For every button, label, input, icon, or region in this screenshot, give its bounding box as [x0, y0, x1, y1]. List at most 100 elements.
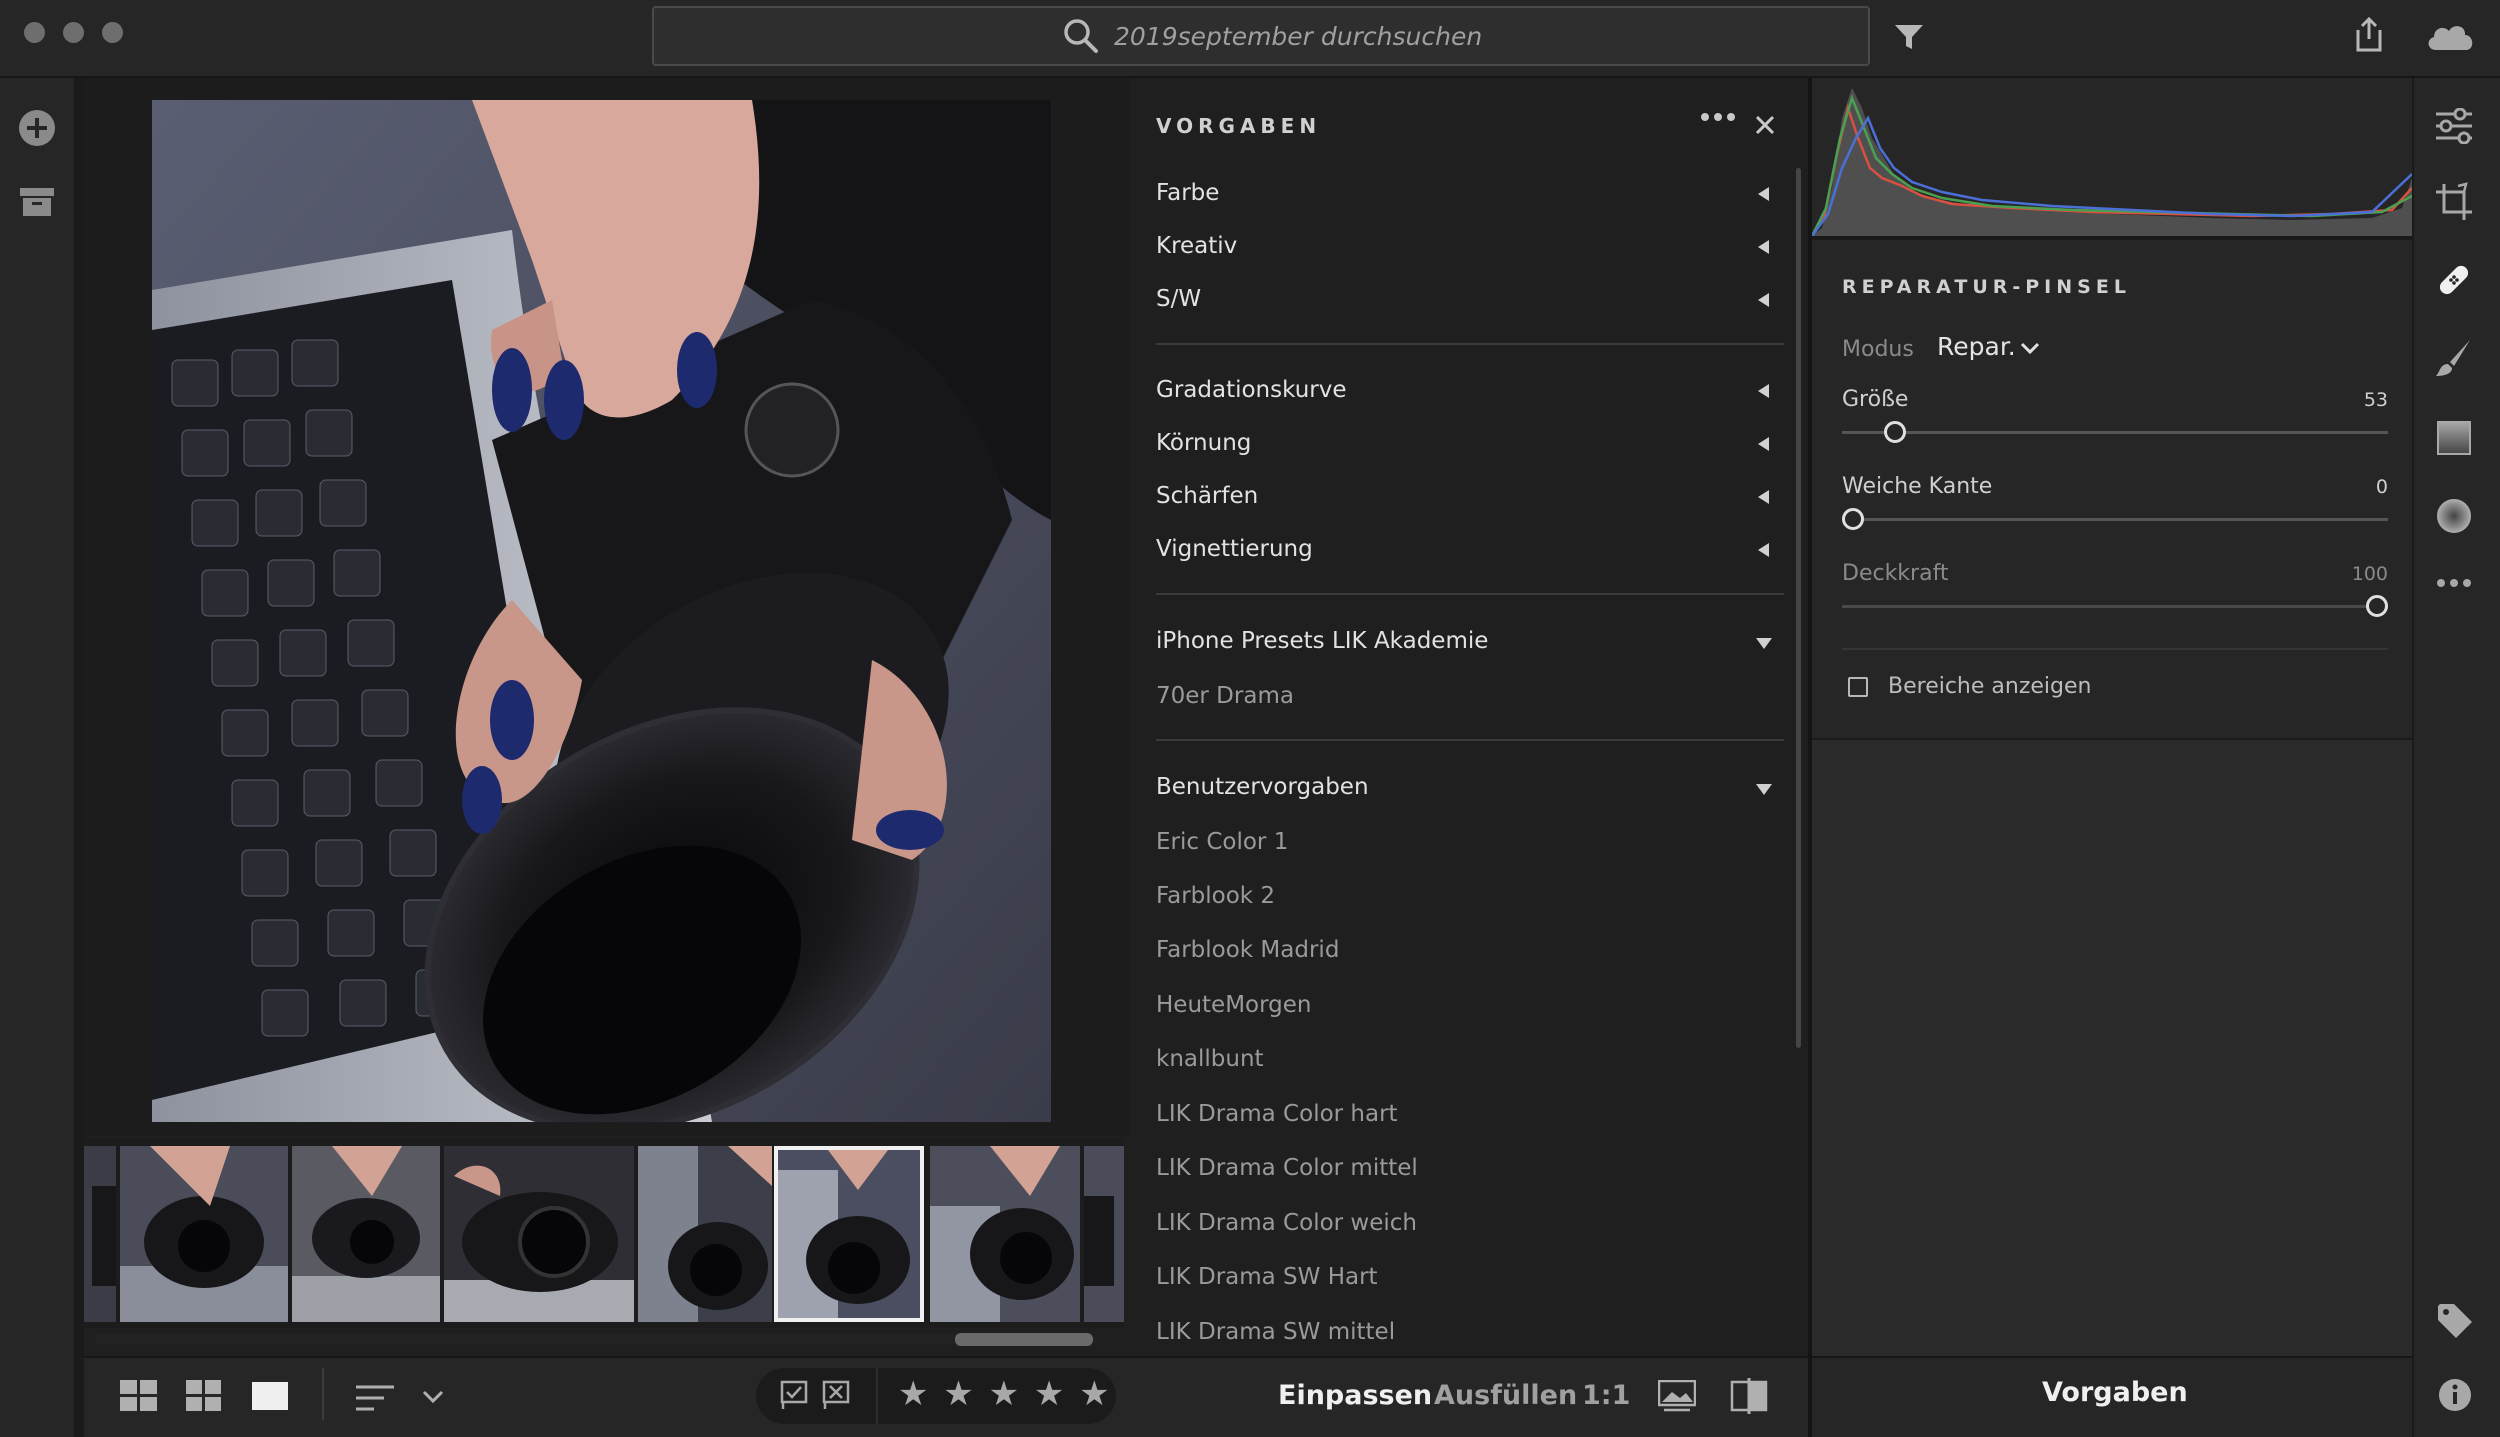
filmstrip-thumbnail[interactable] [444, 1146, 634, 1322]
presets-button[interactable]: Vorgaben [2042, 1377, 2188, 1408]
search-box[interactable] [652, 6, 1870, 66]
adjustments-icon[interactable] [2434, 108, 2474, 144]
preset-item[interactable]: LIK Drama Color hart [1156, 1101, 1398, 1127]
preset-group-bw[interactable]: S/W [1156, 286, 1201, 312]
preset-item[interactable]: LIK Drama SW Hart [1156, 1264, 1378, 1290]
healing-brush-title: REPARATUR-PINSEL [1842, 276, 2131, 298]
rating-divider [876, 1368, 878, 1424]
presets-scrollbar[interactable] [1796, 168, 1801, 1048]
expand-arrow-icon[interactable] [1758, 293, 1769, 307]
cloud-icon[interactable] [2424, 20, 2476, 52]
info-icon[interactable] [2438, 1378, 2472, 1412]
collapse-arrow-icon[interactable] [1756, 638, 1772, 649]
preset-group-grain[interactable]: Körnung [1156, 430, 1251, 456]
preset-group-iphone[interactable]: iPhone Presets LIK Akademie [1156, 628, 1488, 654]
filmstrip-thumbnail[interactable] [638, 1146, 772, 1322]
preset-item[interactable]: LIK Drama Color mittel [1156, 1155, 1418, 1181]
detail-view-icon[interactable] [252, 1382, 288, 1410]
preset-group-sharpen[interactable]: Schärfen [1156, 483, 1258, 509]
mode-select[interactable]: Repar. [1937, 332, 2016, 361]
library-icon[interactable] [19, 186, 55, 218]
brush-icon[interactable] [2434, 338, 2474, 378]
close-icon[interactable] [1754, 114, 1776, 136]
more-tools-icon[interactable] [2436, 578, 2472, 588]
photo-grid-view-icon[interactable] [186, 1380, 222, 1412]
preset-item[interactable]: Farblook Madrid [1156, 937, 1339, 963]
preset-item[interactable]: 70er Drama [1156, 683, 1294, 709]
preset-item[interactable]: Farblook 2 [1156, 883, 1275, 909]
size-slider-knob[interactable] [1883, 421, 1906, 443]
show-areas-checkbox[interactable] [1848, 677, 1868, 697]
preset-item[interactable]: LIK Drama Color weich [1156, 1210, 1417, 1236]
filter-icon[interactable] [1893, 22, 1925, 52]
linear-gradient-icon[interactable] [2436, 420, 2472, 456]
flag-pick-icon[interactable] [780, 1380, 810, 1410]
radial-gradient-icon[interactable] [2436, 498, 2472, 534]
collapse-arrow-icon[interactable] [1756, 784, 1772, 795]
feather-slider-knob[interactable] [1842, 508, 1864, 530]
square-grid-view-icon[interactable] [120, 1380, 158, 1412]
expand-arrow-icon[interactable] [1758, 437, 1769, 451]
presets-divider [1156, 593, 1784, 595]
opacity-slider-track[interactable] [1842, 605, 2388, 608]
preset-group-user[interactable]: Benutzervorgaben [1156, 774, 1369, 800]
size-label: Größe [1842, 387, 1909, 412]
expand-arrow-icon[interactable] [1758, 490, 1769, 504]
preset-item[interactable]: Eric Color 1 [1156, 829, 1288, 855]
preset-group-tone-curve[interactable]: Gradationskurve [1156, 377, 1347, 403]
toolbar-divider [322, 1368, 324, 1420]
add-photos-icon[interactable] [17, 108, 57, 148]
filmstrip-scrollbar[interactable] [95, 1334, 1095, 1344]
window-zoom-button[interactable] [102, 22, 123, 43]
window-close-button[interactable] [24, 22, 45, 43]
window-minimize-button[interactable] [63, 22, 84, 43]
search-input[interactable] [1114, 8, 1814, 64]
preset-group-vignette[interactable]: Vignettierung [1156, 536, 1313, 562]
opacity-value[interactable]: 100 [2308, 563, 2388, 585]
filmstrip-thumbnail[interactable] [930, 1146, 1080, 1322]
preset-group-color[interactable]: Farbe [1156, 180, 1219, 206]
opacity-label: Deckkraft [1842, 561, 1949, 586]
flag-reject-icon[interactable] [822, 1380, 852, 1410]
chevron-down-icon[interactable] [2020, 342, 2040, 356]
filmstrip-thumbnail[interactable] [292, 1146, 440, 1322]
expand-arrow-icon[interactable] [1758, 384, 1769, 398]
expand-arrow-icon[interactable] [1758, 543, 1769, 557]
compare-view-icon[interactable] [1730, 1378, 1768, 1414]
histogram-divider [1812, 236, 2412, 240]
presets-divider [1156, 739, 1784, 741]
filmstrip-scroll-thumb[interactable] [955, 1333, 1093, 1346]
preset-item[interactable]: HeuteMorgen [1156, 992, 1312, 1018]
search-icon [1062, 17, 1100, 55]
filmstrip-thumbnail[interactable] [1084, 1146, 1124, 1322]
size-value[interactable]: 53 [2308, 389, 2388, 411]
fit-button[interactable]: Einpassen [1278, 1380, 1432, 1411]
preset-item[interactable]: knallbunt [1156, 1046, 1264, 1072]
left-sidebar-divider [74, 78, 84, 1437]
mode-label: Modus [1842, 337, 1914, 362]
feather-value[interactable]: 0 [2308, 476, 2388, 498]
presets-divider [1156, 343, 1784, 345]
feather-slider-track[interactable] [1842, 518, 2388, 521]
filmstrip-thumbnail[interactable] [84, 1146, 116, 1322]
preset-group-creative[interactable]: Kreativ [1156, 233, 1237, 259]
preset-item[interactable]: LIK Drama SW mittel [1156, 1319, 1395, 1345]
photo-info-icon[interactable] [1658, 1380, 1696, 1412]
sort-icon[interactable] [356, 1384, 394, 1412]
expand-arrow-icon[interactable] [1758, 240, 1769, 254]
filmstrip-thumbnail-selected[interactable] [774, 1146, 924, 1322]
share-icon[interactable] [2352, 16, 2386, 54]
crop-icon[interactable] [2434, 182, 2474, 222]
tag-icon[interactable] [2436, 1302, 2474, 1340]
chevron-down-icon[interactable] [422, 1390, 444, 1404]
fill-button[interactable]: Ausfüllen [1434, 1380, 1577, 1411]
healing-brush-icon[interactable] [2434, 260, 2474, 300]
main-photo[interactable] [152, 100, 1051, 1122]
size-slider-track[interactable] [1842, 431, 2388, 434]
filmstrip-thumbnail[interactable] [120, 1146, 288, 1322]
opacity-slider-knob[interactable] [2366, 595, 2388, 617]
one-to-one-button[interactable]: 1:1 [1582, 1380, 1630, 1411]
more-options-icon[interactable] [1700, 112, 1736, 122]
expand-arrow-icon[interactable] [1758, 187, 1769, 201]
star-rating[interactable]: ★ ★ ★ ★ ★ [898, 1374, 1112, 1414]
